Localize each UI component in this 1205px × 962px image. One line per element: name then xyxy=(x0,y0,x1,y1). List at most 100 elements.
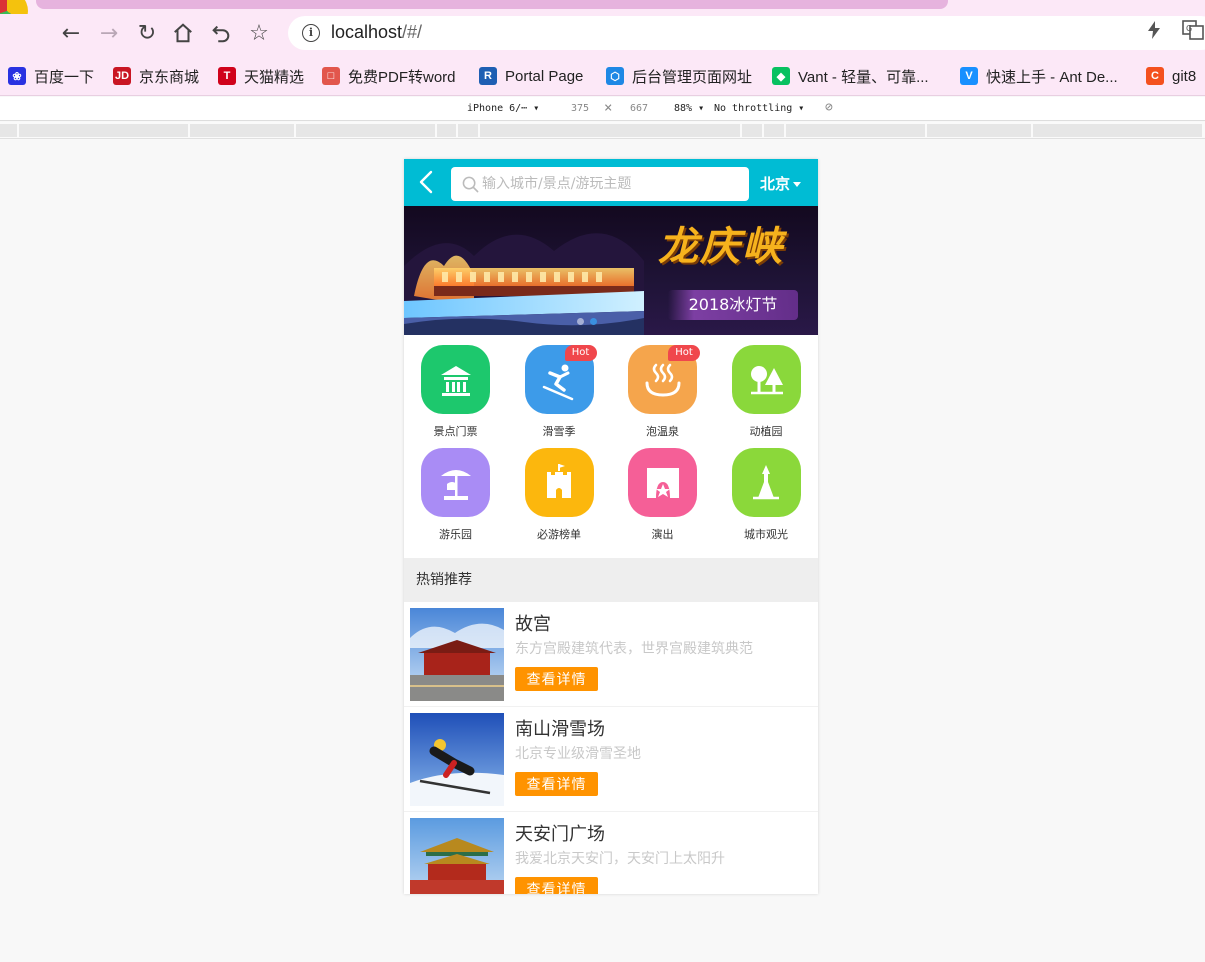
category-label: 演出 xyxy=(651,528,674,541)
bookmark-item[interactable]: T 天猫精选 xyxy=(218,66,304,86)
banner-carousel[interactable]: 龙庆峡 2018冰灯节 xyxy=(404,206,818,335)
list-item-title: 天安门广场 xyxy=(515,824,605,845)
list-item-thumbnail[interactable] xyxy=(410,713,504,806)
gitee-icon: C xyxy=(1146,67,1164,85)
category-label: 城市观光 xyxy=(744,528,788,541)
view-details-button[interactable]: 查看详情 xyxy=(515,772,598,796)
throttle-value: No throttling xyxy=(714,103,793,114)
city-selector[interactable]: 北京 xyxy=(760,173,802,194)
admin-icon: ⬡ xyxy=(606,67,624,85)
category-item[interactable]: 必游榜单 xyxy=(508,438,611,541)
jd-icon: JD xyxy=(113,67,131,85)
lightning-icon[interactable] xyxy=(1146,20,1162,45)
viewport-height[interactable]: 667 xyxy=(630,103,648,114)
view-details-button[interactable]: 查看详情 xyxy=(515,877,598,894)
hot-badge: Hot xyxy=(564,345,597,361)
home-icon[interactable] xyxy=(168,18,198,48)
bookmark-item[interactable]: Cgit8 xyxy=(1146,66,1196,86)
list-item-description: 东方宫殿建筑代表，世界宫殿建筑典范 xyxy=(515,641,753,657)
carousel-dot[interactable] xyxy=(577,318,584,325)
bookmark-label: git8 xyxy=(1172,67,1197,85)
category-tile xyxy=(421,448,490,517)
category-tile xyxy=(731,448,801,517)
list-item-thumbnail[interactable] xyxy=(410,608,504,701)
reload-icon[interactable]: ↻ xyxy=(132,18,162,48)
bookmark-label: 免费PDF转word xyxy=(348,68,456,86)
category-item[interactable]: 演出 xyxy=(611,438,714,541)
site-info-icon[interactable]: i xyxy=(302,24,320,42)
portal-icon: R xyxy=(479,67,497,85)
carousel-dot[interactable] xyxy=(590,318,597,325)
section-title: 热销推荐 xyxy=(404,558,818,602)
pavilion-icon xyxy=(440,365,471,396)
url-host: localhost xyxy=(331,22,403,42)
tower-icon xyxy=(753,464,779,499)
category-item[interactable]: 动植园 xyxy=(715,335,818,438)
tree-icon xyxy=(751,365,783,394)
bookmark-label: 后台管理页面网址 xyxy=(632,68,753,86)
tmall-icon: T xyxy=(218,67,236,85)
throttle-select[interactable]: No throttling ▾ xyxy=(714,103,804,114)
bookmarks-bar: ❀ 百度一下 JD 京东商城 T 天猫精选 □ 免费PDF转word R Portal Page ⬡… xyxy=(0,56,1205,96)
stage-icon xyxy=(646,467,679,498)
forward-arrow-icon[interactable]: → xyxy=(94,18,124,48)
undo-icon[interactable] xyxy=(206,18,236,48)
back-arrow-icon[interactable]: ← xyxy=(56,18,86,48)
url-path: /#/ xyxy=(402,22,423,42)
url-text[interactable]: localhost/#/ xyxy=(331,22,422,43)
carousel-icon xyxy=(440,469,471,500)
category-tile xyxy=(524,448,594,517)
bookmark-star-icon[interactable]: ☆ xyxy=(244,18,274,48)
zoom-select[interactable]: 88% ▾ xyxy=(674,103,704,114)
search-input[interactable] xyxy=(482,172,742,196)
bookmark-item[interactable]: JD 京东商城 xyxy=(113,66,199,86)
list-item[interactable]: 故宫东方宫殿建筑代表，世界宫殿建筑典范查看详情 xyxy=(404,602,818,707)
bookmark-item[interactable]: ❀ 百度一下 xyxy=(8,66,94,86)
category-label: 滑雪季 xyxy=(542,425,576,438)
bookmark-item[interactable]: R Portal Page xyxy=(479,66,583,86)
category-item[interactable]: Hot 滑雪季 xyxy=(508,335,611,438)
category-tile xyxy=(628,448,697,517)
bookmark-label: 百度一下 xyxy=(34,68,95,86)
bookmark-item[interactable]: V 快速上手 - Ant De... xyxy=(960,66,1118,86)
category-item[interactable]: Hot 泡温泉 xyxy=(611,335,714,438)
category-label: 动植园 xyxy=(749,425,783,438)
antd-icon: V xyxy=(960,67,978,85)
search-box[interactable] xyxy=(451,167,749,201)
list-item-description: 我爱北京天安门，天安门上太阳升 xyxy=(515,851,725,867)
category-grid: 景点门票 Hot 滑雪季 Hot 泡温泉 动植园游乐园 必游榜单 演出 城市观光 xyxy=(404,335,818,557)
list-item-description: 北京专业级滑雪圣地 xyxy=(515,746,641,762)
category-item[interactable]: 游乐园 xyxy=(404,438,507,541)
category-tile xyxy=(731,345,801,414)
active-tab[interactable] xyxy=(36,0,948,9)
bookmark-item[interactable]: ⬡ 后台管理页面网址 xyxy=(606,66,752,86)
bookmark-item[interactable]: ◆ Vant - 轻量、可靠... xyxy=(772,66,929,86)
search-icon xyxy=(462,176,479,193)
translate-icon[interactable]: G xyxy=(1182,20,1204,45)
category-label: 游乐园 xyxy=(439,528,472,541)
list-item[interactable]: 天安门广场我爱北京天安门，天安门上太阳升 查看详情 xyxy=(404,812,818,894)
viewport-width[interactable]: 375 xyxy=(571,103,589,114)
banner-subtitle: 2018冰灯节 xyxy=(668,290,798,320)
list-item-title: 故宫 xyxy=(515,614,551,635)
bookmark-item[interactable]: □ 免费PDF转word xyxy=(322,66,456,86)
list-item-thumbnail[interactable] xyxy=(410,818,504,894)
bookmark-label: 天猫精选 xyxy=(244,68,305,86)
bookmark-label: 京东商城 xyxy=(139,68,200,86)
device-toolbar: iPhone 6/⋯ ▾ 375 × 667 88% ▾ No throttli… xyxy=(0,97,1205,121)
category-item[interactable]: 城市观光 xyxy=(715,438,818,541)
category-label: 必游榜单 xyxy=(537,528,581,541)
media-query-ruler xyxy=(0,122,1205,139)
pdf-icon: □ xyxy=(322,67,340,85)
back-chevron-icon[interactable] xyxy=(414,169,440,195)
castle-icon xyxy=(547,463,571,498)
rotate-disabled-icon[interactable]: ⊘ xyxy=(825,100,833,115)
baidu-icon: ❀ xyxy=(8,67,26,85)
device-select[interactable]: iPhone 6/⋯ ▾ xyxy=(467,103,539,114)
device-name: iPhone 6/⋯ xyxy=(467,103,528,114)
vant-icon: ◆ xyxy=(772,67,790,85)
list-item[interactable]: 南山滑雪场 北京专业级滑雪圣地 查看详情 xyxy=(404,707,818,812)
category-item[interactable]: 景点门票 xyxy=(404,335,507,438)
view-details-button[interactable]: 查看详情 xyxy=(515,667,598,691)
address-bar[interactable]: i localhost/#/ xyxy=(288,16,1205,50)
